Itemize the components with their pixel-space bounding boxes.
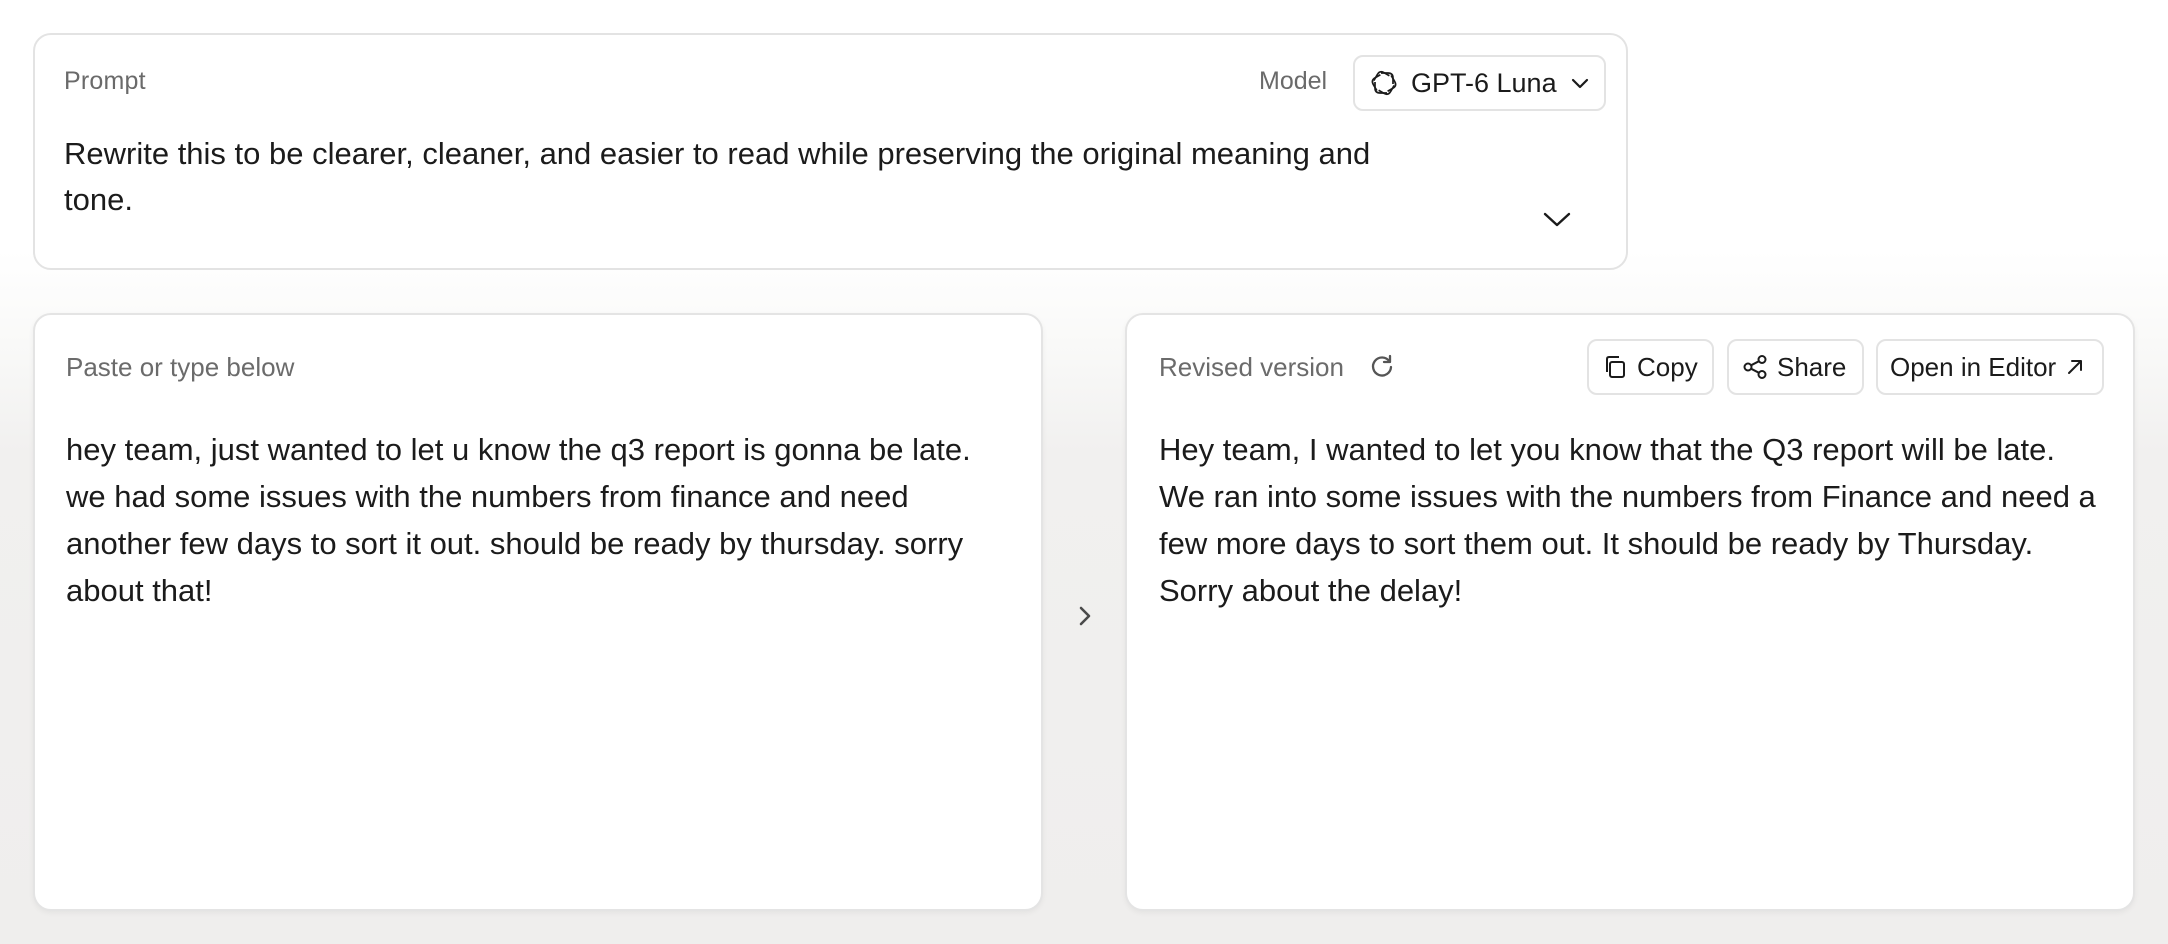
share-button-label: Share [1777,351,1847,382]
open-in-editor-button[interactable]: Open in Editor [1876,339,2104,395]
prompt-label: Prompt [64,67,146,95]
model-label: Model [1259,67,1328,95]
openai-logo-icon [1369,68,1399,98]
open-in-editor-label: Open in Editor [1890,351,2057,382]
output-panel: Revised version Copy Share Open in Edito… [1125,313,2135,911]
copy-button-label: Copy [1637,351,1698,382]
input-panel-header: Paste or type below [66,352,295,382]
share-icon [1741,353,1769,381]
expand-prompt-chevron-icon[interactable] [1537,199,1577,239]
copy-button[interactable]: Copy [1587,339,1714,395]
regenerate-icon[interactable] [1367,351,1397,381]
chevron-down-icon [1569,72,1591,94]
prompt-text[interactable]: Rewrite this to be clearer, cleaner, and… [64,131,1444,223]
input-textarea[interactable]: hey team, just wanted to let u know the … [66,426,1001,614]
output-panel-header: Revised version [1159,352,1344,382]
input-panel: Paste or type below hey team, just wante… [33,313,1043,911]
copy-icon [1601,353,1629,381]
model-select-dropdown[interactable]: GPT-6 Luna [1353,55,1606,111]
external-arrow-icon [2064,356,2086,378]
model-select-value: GPT-6 Luna [1411,67,1557,98]
share-button[interactable]: Share [1727,339,1864,395]
prompt-card: Prompt Model GPT-6 Luna Rewrite this to … [33,33,1628,270]
chevron-right-icon [1070,596,1100,636]
revised-text-output: Hey team, I wanted to let you know that … [1159,432,2096,608]
